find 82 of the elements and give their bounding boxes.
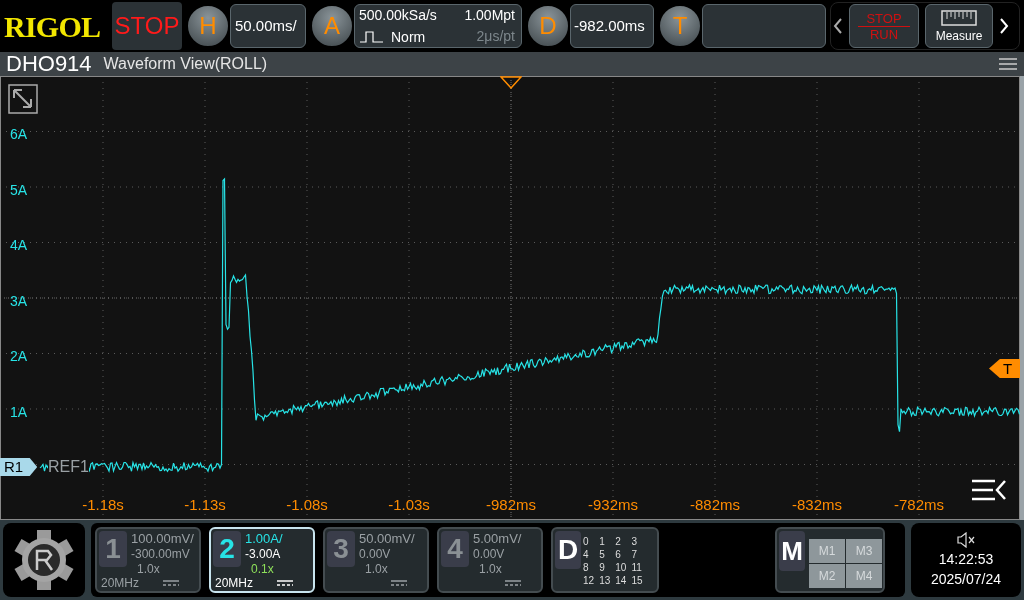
speaker-muted-icon[interactable] [956,532,976,548]
digital-channel-label: 1 [599,535,606,548]
y-axis-label: 2A [10,348,28,364]
channel-scale: 50.00mV/ [359,531,415,546]
digital-channel-label: 3 [631,535,638,548]
measure-button[interactable]: Measure [925,4,993,48]
view-title: Waveform View(ROLL) [103,54,268,74]
channel-number: 1 [99,531,127,567]
brand-logo: RIGOL [4,8,102,45]
y-axis-label: 3A [10,292,28,309]
acquire-mode: Norm [391,27,426,47]
x-axis-label: -882ms [689,496,741,514]
digital-channel-label: 9 [599,561,606,574]
acquire-panel[interactable]: 500.00kSa/s 1.00Mpt Norm 2μs/pt [354,4,522,48]
probe-ratio: 1.0x [479,562,502,576]
x-axis-label: -932ms [587,496,639,514]
x-axis-label: -782ms [893,496,945,514]
time-per-point: 2μs/pt [475,27,515,46]
model-name: DHO914 [6,52,92,76]
channel-number: 3 [327,531,355,567]
probe-ratio: 0.1x [251,562,274,576]
x-axis-label: -982ms [485,496,537,514]
x-axis-label: -1.08s [285,496,329,514]
chevron-right-icon[interactable] [999,17,1009,35]
digital-key: D [555,531,581,569]
x-axis-label: -1.13s [183,496,227,514]
channel-scale: 100.00mV/ [131,531,194,546]
y-axis-label: 6A [10,126,28,142]
digital-channel-label: 6 [615,548,622,561]
y-axis-label: 5A [10,181,28,198]
x-axis-label: -1.03s [387,496,431,514]
delay-field[interactable]: -982.00ms [570,4,654,48]
channel-number: 2 [213,531,241,567]
digital-channel-label: 11 [631,561,643,574]
digital-channel-label: 13 [599,574,611,587]
chevron-left-icon[interactable] [833,17,843,35]
x-axis-label: -832ms [791,496,843,514]
math-key: M [779,531,805,571]
probe-ratio: 1.0x [137,562,160,576]
run-state-button[interactable]: STOP [112,2,182,50]
bandwidth-limit: 20MHz [101,576,139,590]
digital-channel-label: 5 [599,548,606,561]
trigger-field[interactable] [702,4,826,48]
digital-channel-label: 14 [615,574,627,587]
trigger-level-marker[interactable]: T [989,359,1020,378]
zoom-expand-icon[interactable] [8,84,38,114]
channel-offset: -3.00A [245,547,281,561]
ruler-icon [941,9,977,26]
timebase-field[interactable]: 50.00ms/ [230,4,306,48]
channel-offset: 0.00V [359,547,391,561]
clock-date: 2025/07/24 [930,570,1002,588]
dc-coupling-icon [277,579,293,587]
digital-channel-label: 2 [615,535,622,548]
digital-channel-label: 0 [583,535,590,548]
probe-ratio: 1.0x [365,562,388,576]
ref-marker[interactable]: R1 [0,458,38,476]
ref-label: REF1 [48,458,89,476]
sample-rate: 500.00kSa/s [359,6,438,25]
digital-channel-label: 15 [631,574,643,587]
channel-offset: 0.00V [473,547,505,561]
clock-time: 14:22:53 [938,550,994,568]
bandwidth-limit: 20MHz [215,576,253,590]
digital-channel-label: 12 [583,574,595,587]
side-menu-icon[interactable] [971,478,1007,502]
digital-channel-label: 10 [615,561,627,574]
y-axis-label: 1A [10,403,28,420]
digital-channel-label: 4 [583,548,590,561]
channel-offset: -300.00mV [131,547,190,561]
home-button[interactable] [3,523,85,597]
memory-depth: 1.00Mpt [464,6,515,25]
x-axis-label: -1.18s [81,496,125,514]
trigger-position-marker[interactable] [500,76,522,89]
digital-channel-label: 8 [583,561,590,574]
dc-coupling-icon [163,579,179,587]
menu-icon[interactable] [998,57,1018,71]
channel-scale: 5.00mV/ [473,531,522,546]
dc-coupling-icon [391,579,407,587]
y-axis-label: 4A [10,237,28,253]
channel-scale: 1.00A/ [245,531,283,546]
digital-channel-label: 7 [631,548,638,561]
channel-number: 4 [441,531,469,567]
dc-coupling-icon [505,579,521,587]
